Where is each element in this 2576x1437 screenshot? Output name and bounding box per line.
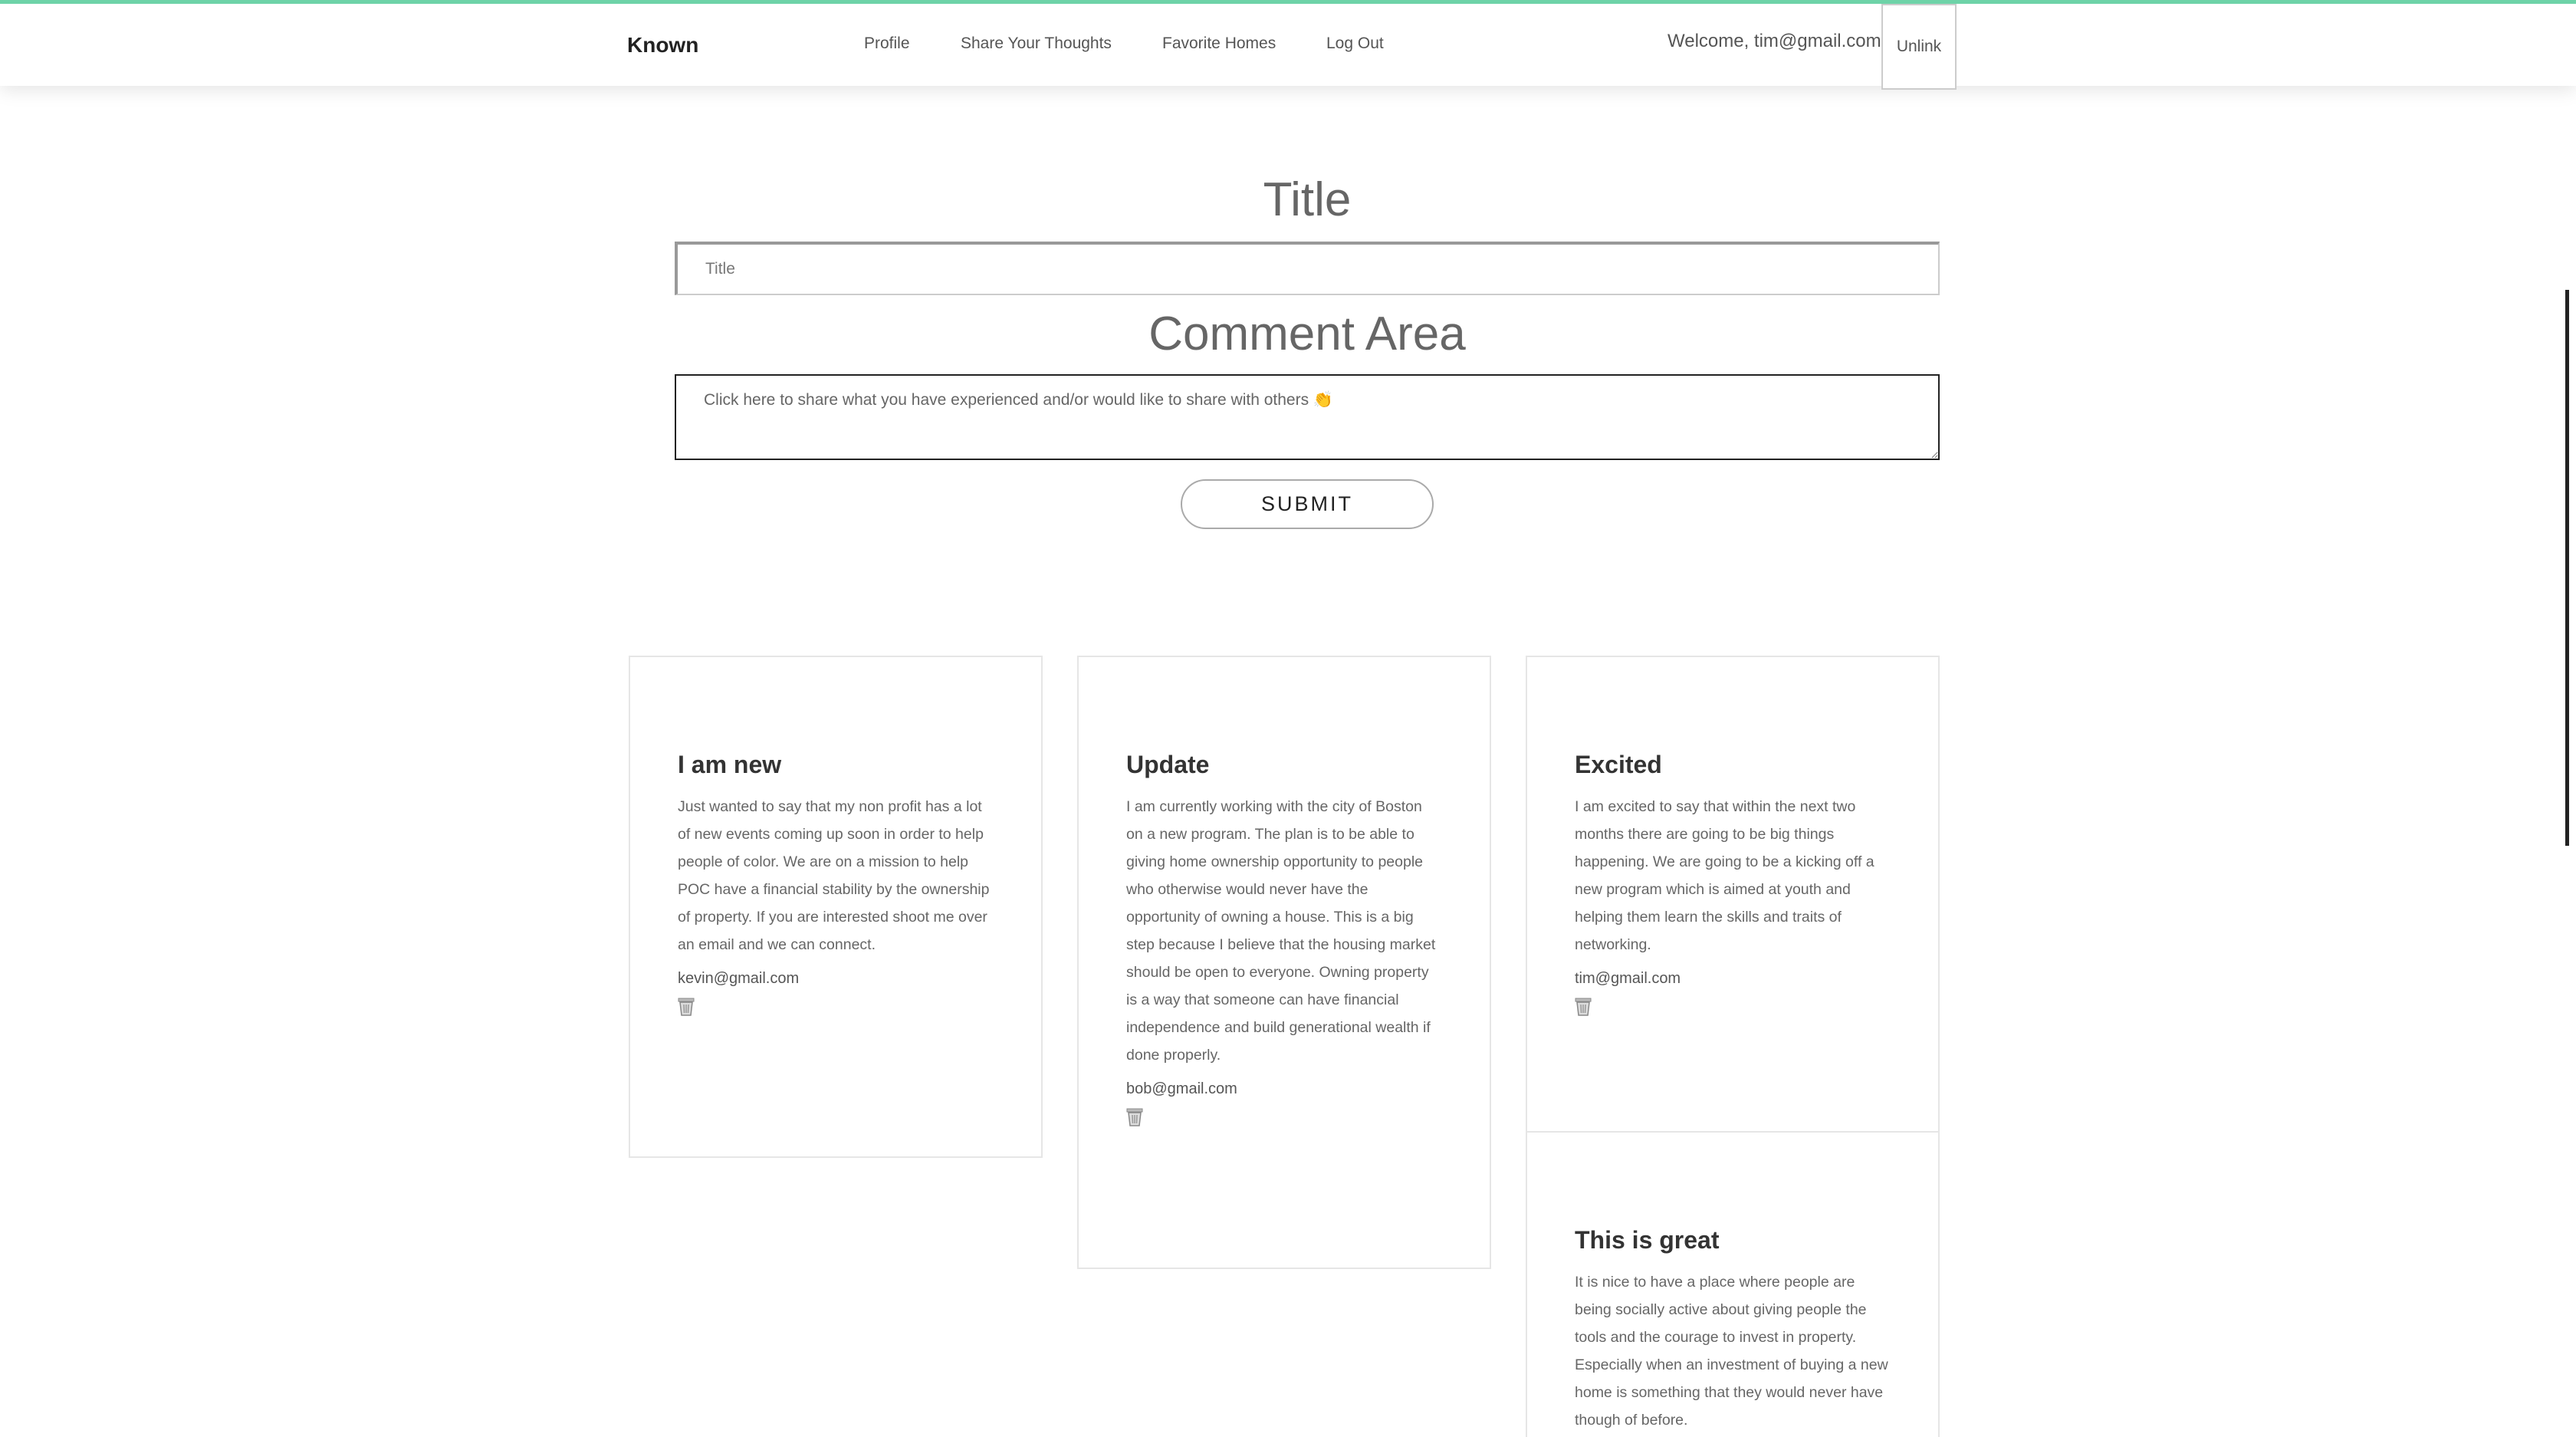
submit-button[interactable]: SUBMIT: [1181, 479, 1434, 529]
unlink-button[interactable]: Unlink: [1881, 4, 1957, 90]
brand-logo[interactable]: Known: [627, 33, 698, 58]
post-author-email: tim@gmail.com: [1575, 970, 1681, 987]
title-input[interactable]: [675, 242, 1940, 295]
nav-profile[interactable]: Profile: [864, 35, 910, 53]
top-navbar: Known Profile Share Your Thoughts Favori…: [0, 0, 2576, 90]
post-title: This is great: [1575, 1226, 1720, 1254]
post-body: Just wanted to say that my non profit ha…: [678, 798, 990, 953]
post-body: I am currently working with the city of …: [1126, 798, 1436, 1064]
scrollbar-thumb[interactable]: [2565, 290, 2569, 846]
comment-textarea[interactable]: [675, 374, 1940, 460]
post-card: I am new Just wanted to say that my non …: [629, 656, 1043, 1158]
post-body: I am excited to say that within the next…: [1575, 798, 1875, 953]
post-author-email: bob@gmail.com: [1126, 1080, 1237, 1097]
comment-area-heading: Comment Area: [1148, 307, 1466, 360]
title-heading: Title: [1263, 173, 1352, 226]
welcome-message: Welcome, tim@gmail.com: [1668, 31, 1881, 51]
trash-icon[interactable]: [678, 997, 695, 1021]
post-card: Excited I am excited to say that within …: [1526, 656, 1940, 1133]
post-card: Update I am currently working with the c…: [1077, 656, 1491, 1269]
nav-log-out[interactable]: Log Out: [1326, 35, 1384, 53]
nav-favorite-homes[interactable]: Favorite Homes: [1162, 35, 1276, 53]
post-title: Update: [1126, 751, 1210, 778]
post-body: It is nice to have a place where people …: [1575, 1274, 1888, 1429]
post-title: Excited: [1575, 751, 1662, 778]
post-card: This is great It is nice to have a place…: [1526, 1131, 1940, 1437]
post-title: I am new: [678, 751, 782, 778]
nav-share-your-thoughts[interactable]: Share Your Thoughts: [961, 35, 1112, 53]
trash-icon[interactable]: [1575, 997, 1592, 1021]
post-author-email: kevin@gmail.com: [678, 970, 800, 987]
trash-icon[interactable]: [1126, 1107, 1143, 1131]
